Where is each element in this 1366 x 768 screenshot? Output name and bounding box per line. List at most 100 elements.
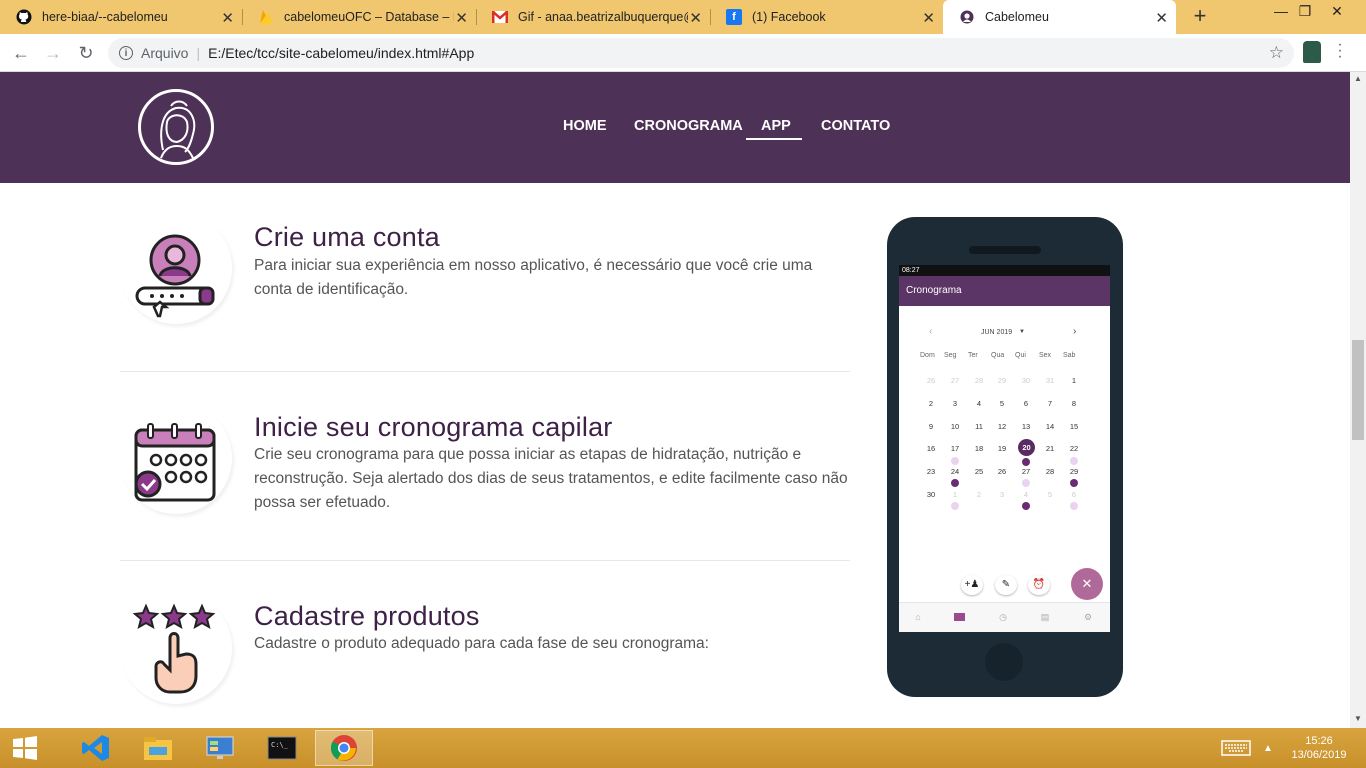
- add-product-icon[interactable]: +♟: [961, 575, 983, 595]
- tab-facebook[interactable]: f (1) Facebook ✕: [710, 0, 943, 34]
- calendar-day[interactable]: 3: [948, 399, 962, 408]
- calendar-day[interactable]: 26: [995, 467, 1009, 476]
- timer-icon[interactable]: ◷: [997, 612, 1009, 622]
- calendar-day[interactable]: 28: [972, 376, 986, 385]
- calendar-day[interactable]: 30: [924, 490, 938, 499]
- treatment-marker-icon: [951, 457, 959, 465]
- url-text[interactable]: E:/Etec/tcc/site-cabelomeu/index.html#Ap…: [208, 45, 474, 61]
- tray-expand-icon[interactable]: ▲: [1256, 730, 1280, 766]
- calendar-day[interactable]: 17: [948, 444, 962, 453]
- weekday-label: Sab: [1063, 352, 1076, 359]
- nav-app[interactable]: APP: [761, 118, 791, 134]
- tab-github[interactable]: here-biaa/--cabelomeu ✕: [0, 0, 242, 34]
- calendar-day[interactable]: 18: [972, 444, 986, 453]
- calendar-day[interactable]: 28: [1043, 467, 1057, 476]
- calendar-day[interactable]: 2: [972, 490, 986, 499]
- close-window-button[interactable]: ✕: [1322, 0, 1352, 30]
- close-icon[interactable]: ✕: [1155, 9, 1168, 27]
- forward-arrow-icon[interactable]: →: [42, 42, 64, 64]
- scrollbar-thumb[interactable]: [1352, 340, 1364, 440]
- alarm-icon[interactable]: ⏰: [1028, 575, 1050, 595]
- command-prompt-icon[interactable]: C:\_: [253, 730, 311, 766]
- calendar-day[interactable]: 27: [948, 376, 962, 385]
- control-panel-icon[interactable]: [191, 730, 249, 766]
- calendar-day[interactable]: 7: [1043, 399, 1057, 408]
- calendar-day[interactable]: 22: [1067, 444, 1081, 453]
- phone-month-label[interactable]: JUN 2019: [981, 329, 1012, 336]
- feature-description: Crie seu cronograma para que possa inici…: [254, 446, 848, 511]
- calendar-day[interactable]: 13: [1019, 422, 1033, 431]
- calendar-day[interactable]: 3: [995, 490, 1009, 499]
- calendar-day[interactable]: 11: [972, 422, 986, 431]
- menu-dots-icon[interactable]: · · ·: [1337, 37, 1343, 65]
- calendar-day[interactable]: 1: [1067, 376, 1081, 385]
- nav-contato[interactable]: CONTATO: [821, 118, 890, 134]
- treatment-marker-icon: [1022, 502, 1030, 510]
- close-icon[interactable]: ✕: [689, 9, 702, 27]
- chrome-icon[interactable]: [315, 730, 373, 766]
- calendar-day[interactable]: 10: [948, 422, 962, 431]
- calendar-day[interactable]: 5: [995, 399, 1009, 408]
- calendar-day[interactable]: 12: [995, 422, 1009, 431]
- calendar-day[interactable]: 4: [972, 399, 986, 408]
- calendar-tab-icon[interactable]: [954, 613, 965, 621]
- calendar-day[interactable]: 23: [924, 467, 938, 476]
- calendar-day[interactable]: 6: [1067, 490, 1081, 499]
- calendar-day[interactable]: 25: [972, 467, 986, 476]
- calendar-day[interactable]: 26: [924, 376, 938, 385]
- calendar-day[interactable]: 29: [995, 376, 1009, 385]
- phone-mockup: 08:27 Cronograma ‹ JUN 2019 ▼ › Dom Seg Te…: [887, 217, 1123, 697]
- close-icon[interactable]: ✕: [455, 9, 468, 27]
- calendar-day[interactable]: 9: [924, 422, 938, 431]
- scroll-down-icon[interactable]: ▼: [1354, 714, 1362, 723]
- calendar-day[interactable]: 2: [924, 399, 938, 408]
- info-icon[interactable]: i: [119, 46, 133, 60]
- treatment-marker-icon: [951, 502, 959, 510]
- calendar-day[interactable]: 4: [1019, 490, 1033, 499]
- close-icon[interactable]: ✕: [221, 9, 234, 27]
- calendar-day[interactable]: 6: [1019, 399, 1033, 408]
- chevron-left-icon[interactable]: ‹: [929, 326, 932, 337]
- calendar-day[interactable]: 15: [1067, 422, 1081, 431]
- calendar-day[interactable]: 19: [995, 444, 1009, 453]
- calendar-day[interactable]: 5: [1043, 490, 1057, 499]
- home-icon[interactable]: ⌂: [912, 612, 924, 622]
- calendar-day[interactable]: 21: [1043, 444, 1057, 453]
- calendar-day[interactable]: 29: [1067, 467, 1081, 476]
- new-tab-button[interactable]: +: [1188, 4, 1212, 28]
- cabelomeu-logo[interactable]: [138, 89, 214, 165]
- close-fab-button[interactable]: ✕: [1071, 568, 1103, 600]
- nav-cronograma[interactable]: CRONOGRAMA: [634, 118, 743, 134]
- tab-gmail[interactable]: Gif - anaa.beatrizalbuquerque@ ✕: [476, 0, 710, 34]
- page-scrollbar[interactable]: ▲ ▼: [1350, 72, 1366, 728]
- restore-button[interactable]: ❐: [1290, 0, 1320, 30]
- calendar-day[interactable]: 20: [1018, 439, 1035, 456]
- calendar-day[interactable]: 30: [1019, 376, 1033, 385]
- calendar-day[interactable]: 14: [1043, 422, 1057, 431]
- calendar-day[interactable]: 24: [948, 467, 962, 476]
- tab-firebase[interactable]: cabelomeuOFC – Database – Fir ✕: [242, 0, 476, 34]
- scroll-up-icon[interactable]: ▲: [1354, 74, 1362, 83]
- weekday-label: Sex: [1039, 352, 1052, 359]
- nav-home[interactable]: HOME: [563, 118, 607, 134]
- profile-avatar[interactable]: [1303, 41, 1321, 63]
- close-icon[interactable]: ✕: [922, 9, 935, 27]
- back-arrow-icon[interactable]: ←: [10, 42, 32, 64]
- calendar-day[interactable]: 1: [948, 490, 962, 499]
- chevron-right-icon[interactable]: ›: [1073, 326, 1076, 337]
- address-bar[interactable]: i Arquivo | E:/Etec/tcc/site-cabelomeu/i…: [108, 38, 1294, 68]
- file-explorer-icon[interactable]: [129, 730, 187, 766]
- settings-icon[interactable]: ⚙: [1082, 612, 1094, 622]
- vscode-icon[interactable]: [67, 730, 125, 766]
- calendar-day[interactable]: 27: [1019, 467, 1033, 476]
- calendar-day[interactable]: 8: [1067, 399, 1081, 408]
- reload-icon[interactable]: ↻: [75, 42, 97, 64]
- notes-icon[interactable]: ▤: [1039, 612, 1051, 622]
- bookmark-star-icon[interactable]: ☆: [1269, 43, 1284, 63]
- calendar-day[interactable]: 31: [1043, 376, 1057, 385]
- pencil-icon[interactable]: ✎: [995, 575, 1017, 595]
- taskbar-clock[interactable]: 15:26 13/06/2019: [1284, 734, 1354, 762]
- tab-cabelomeu[interactable]: Cabelomeu ✕: [943, 0, 1176, 34]
- windows-start-icon[interactable]: [0, 730, 50, 766]
- calendar-day[interactable]: 16: [924, 444, 938, 453]
